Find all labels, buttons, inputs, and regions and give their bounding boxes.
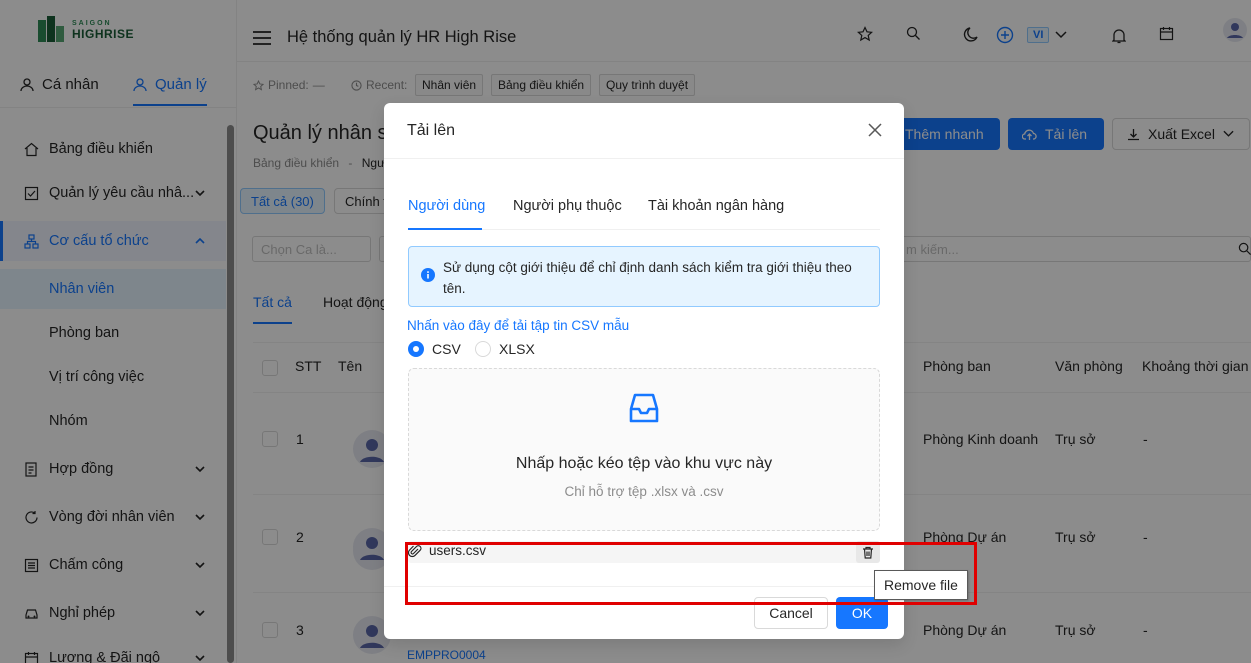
tab-users[interactable]: Người dùng	[408, 198, 485, 214]
dropzone-text: Nhấp hoặc kéo tệp vào khu vực này	[515, 455, 773, 472]
dropzone-hint: Chỉ hỗ trợ tệp .xlsx và .csv	[564, 484, 724, 499]
info-icon	[421, 268, 435, 282]
inbox-icon	[629, 393, 659, 423]
download-sample-link[interactable]: Nhấn vào đây để tải tập tin CSV mẫu	[407, 318, 629, 333]
tab-dependents[interactable]: Người phụ thuộc	[513, 198, 622, 214]
radio-csv[interactable]: CSV	[408, 341, 461, 357]
close-icon[interactable]	[868, 123, 882, 137]
file-dropzone[interactable]: Nhấp hoặc kéo tệp vào khu vực này Chỉ hỗ…	[408, 368, 880, 531]
radio-xlsx[interactable]: XLSX	[475, 341, 535, 357]
info-alert: Sử dụng cột giới thiệu để chỉ định danh …	[408, 246, 880, 307]
alert-message: Sử dụng cột giới thiệu để chỉ định danh …	[443, 260, 852, 296]
modal-title: Tải lên	[407, 122, 456, 139]
tab-bank-accounts[interactable]: Tài khoản ngân hàng	[648, 198, 784, 214]
highlight-box	[405, 542, 977, 605]
